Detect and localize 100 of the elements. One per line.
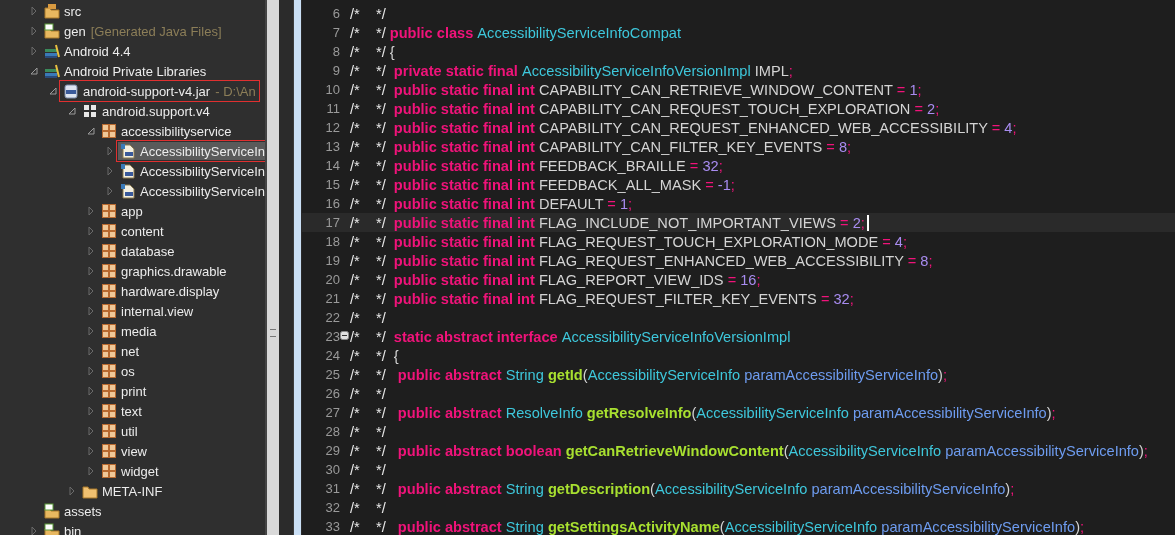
tree-item-label: graphics.drawable [121, 263, 227, 279]
tree-item-label: net [121, 343, 140, 359]
package-icon [101, 303, 117, 319]
code-line: /* */ public static final int CAPABILITY_CAN_REQUEST_ENHANCED_WEB_ACCESSIBILITY = 4; [350, 119, 1017, 136]
tree-item[interactable]: hardware.display [99, 282, 222, 300]
code-line: /* */ { [350, 347, 399, 364]
tree-item[interactable]: view [99, 442, 149, 460]
tree-item[interactable]: graphics.drawable [99, 262, 229, 280]
tree-item[interactable]: AccessibilityServiceIn [118, 142, 265, 160]
code-line: /* */ public static final int FLAG_REQUEST_ENHANCED_WEB_ACCESSIBILITY = 8; [350, 252, 933, 269]
package-icon [101, 223, 117, 239]
tree-item[interactable]: os [99, 362, 137, 380]
code-line: /* */ private static final AccessibilityServiceInfoVersionImpl IMPL; [350, 62, 793, 79]
expanded-arrow-icon[interactable] [49, 87, 59, 95]
package-icon [101, 243, 117, 259]
tree-item[interactable]: util [99, 422, 140, 440]
tree-item[interactable]: AccessibilityServiceIn [118, 162, 265, 180]
line-number: 31 [325, 481, 340, 496]
code-line: /* */ public static final int FLAG_REQUEST_FILTER_KEY_EVENTS = 32; [350, 290, 854, 307]
line-number: 7 [332, 25, 340, 40]
line-number: 26 [325, 386, 340, 401]
line-number: 8 [332, 44, 340, 59]
scrollbar[interactable] [265, 0, 279, 535]
decoration-text: [Generated Java Files] [90, 23, 222, 39]
scrollbar-grip-icon[interactable] [270, 328, 276, 337]
tree-item[interactable]: media [99, 322, 159, 340]
line-number: 16 [325, 196, 340, 211]
tree-item-label: content [121, 223, 164, 239]
line-number: 12 [325, 120, 340, 135]
code-line: /* */ public abstract String getSettingsActivityName(AccessibilityServiceInfo paramAccessibilityServiceInfo); [350, 518, 1085, 535]
line-number: 14 [325, 158, 340, 173]
package-icon [82, 103, 98, 119]
package-icon [101, 283, 117, 299]
code-line: /* */ public static final int CAPABILITY_CAN_REQUEST_TOUCH_EXPLORATION = 2; [350, 100, 940, 117]
tree-item[interactable]: print [99, 382, 149, 400]
tree-item[interactable]: Android 4.4 [42, 42, 133, 60]
tree-item-label: assets [64, 503, 102, 519]
tree-item[interactable]: text [99, 402, 144, 420]
code-line: /* */ public abstract boolean getCanRetrieveWindowContent(AccessibilityServiceInfo paramAccessibilityServiceInfo); [350, 442, 1148, 459]
tree-item[interactable]: android-support-v4.jar - D:\An [61, 82, 258, 100]
tree-item[interactable]: content [99, 222, 166, 240]
package-icon [101, 363, 117, 379]
tree-item-label: AccessibilityServiceIn [140, 183, 265, 199]
class-file-icon [120, 183, 136, 199]
code-line: /* */ [350, 499, 386, 516]
tree-item-label: android-support-v4.jar [83, 83, 211, 99]
tree-item-label: hardware.display [121, 283, 220, 299]
tree-item[interactable]: android.support.v4 [80, 102, 212, 120]
line-number: 15 [325, 177, 340, 192]
code-line: /* */ public static final int FLAG_INCLUDE_NOT_IMPORTANT_VIEWS = 2; [350, 214, 865, 231]
tree-item[interactable]: net [99, 342, 142, 360]
tree-item[interactable]: Android Private Libraries [42, 62, 209, 80]
code-line: /* */ public static final int FLAG_REPORT_VIEW_IDS = 16; [350, 271, 761, 288]
code-line: /* */ public static final int FEEDBACK_ALL_MASK = -1; [350, 176, 735, 193]
expanded-arrow-icon[interactable] [30, 67, 40, 75]
tree-item-label: AccessibilityServiceIn [140, 163, 265, 179]
tree-item-label: src [64, 3, 82, 19]
tree-item-label: os [121, 363, 135, 379]
tree-item[interactable]: internal.view [99, 302, 196, 320]
code-line: /* */ [350, 423, 386, 440]
line-number: 22 [325, 310, 340, 325]
code-line: /* */ static abstract interface AccessibilityServiceInfoVersionImpl [350, 328, 791, 345]
code-line: /* */ [350, 5, 386, 22]
tree-item[interactable]: bin [42, 522, 84, 535]
package-icon [101, 203, 117, 219]
line-number: 11 [326, 101, 340, 116]
tree-item[interactable]: app [99, 202, 145, 220]
source-folder-icon [44, 3, 60, 19]
decoration-text: - D:\An [215, 83, 256, 99]
line-number: 20 [325, 272, 340, 287]
tree-item[interactable]: widget [99, 462, 161, 480]
books-icon [44, 43, 60, 59]
tree-item[interactable]: gen [Generated Java Files] [42, 22, 224, 40]
tree-item-label: android.support.v4 [102, 103, 210, 119]
code-line: /* */ public static final int FEEDBACK_BRAILLE = 32; [350, 157, 723, 174]
line-number: 13 [325, 139, 340, 154]
tree-item[interactable]: accessibilityservice [99, 122, 234, 140]
tree-item-label: gen [64, 23, 86, 39]
package-icon [101, 463, 117, 479]
tree-item-label: AccessibilityServiceIn [140, 143, 265, 159]
tree-item[interactable]: src [42, 2, 84, 20]
expanded-arrow-icon[interactable] [87, 127, 97, 135]
text-cursor [866, 214, 869, 231]
tree-item-label: view [121, 443, 147, 459]
tree-item[interactable]: assets [42, 502, 104, 520]
tree-item-label: bin [64, 523, 82, 535]
tree-item[interactable]: AccessibilityServiceIn [118, 182, 265, 200]
tree-item[interactable]: database [99, 242, 177, 260]
line-number: 9 [332, 63, 340, 78]
line-number: 24 [325, 348, 340, 363]
package-icon [101, 323, 117, 339]
package-icon [101, 123, 117, 139]
collapse-icon[interactable] [340, 331, 349, 340]
package-icon [101, 343, 117, 359]
class-file-icon [120, 143, 136, 159]
expanded-arrow-icon[interactable] [68, 107, 78, 115]
code-line: /* */ public class AccessibilityServiceInfoCompat [350, 24, 681, 41]
tree-item-label: text [121, 403, 142, 419]
tree-item[interactable]: META-INF [80, 482, 165, 500]
package-icon [101, 403, 117, 419]
